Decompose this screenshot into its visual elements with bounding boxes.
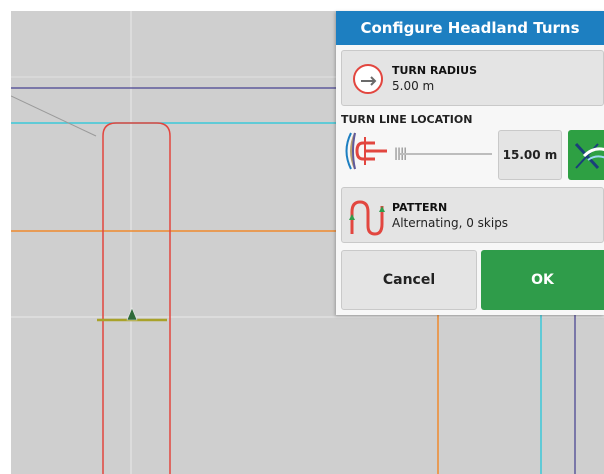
pattern-value: Alternating, 0 skips — [392, 216, 509, 230]
turn-line-toggle-button[interactable] — [568, 130, 604, 180]
vehicle-icon — [126, 307, 138, 321]
cancel-button[interactable]: Cancel — [341, 250, 477, 310]
turn-line-icon — [341, 129, 389, 177]
configure-headland-turns-panel: Configure Headland Turns TURN RADIUS 5.0… — [336, 11, 604, 315]
turn-line-toggle-icon — [570, 136, 604, 180]
panel-title: Configure Headland Turns — [336, 11, 604, 45]
turn-radius-value: 5.00 m — [392, 79, 435, 93]
diagonal-line — [11, 95, 97, 137]
pattern-label: PATTERN — [392, 201, 448, 214]
pattern-icon — [347, 196, 387, 242]
pattern-button[interactable]: PATTERN Alternating, 0 skips — [341, 187, 604, 243]
turn-radius-label: TURN RADIUS — [392, 64, 478, 77]
headland-boundary — [102, 122, 171, 474]
ok-button[interactable]: OK — [481, 250, 604, 310]
turn-radius-icon — [351, 62, 385, 100]
turn-line-value-field[interactable]: 15.00 m — [498, 130, 562, 180]
turn-line-slider[interactable] — [400, 153, 492, 155]
turn-radius-button[interactable]: TURN RADIUS 5.00 m — [341, 50, 604, 106]
turn-line-location-label: TURN LINE LOCATION — [341, 113, 473, 126]
